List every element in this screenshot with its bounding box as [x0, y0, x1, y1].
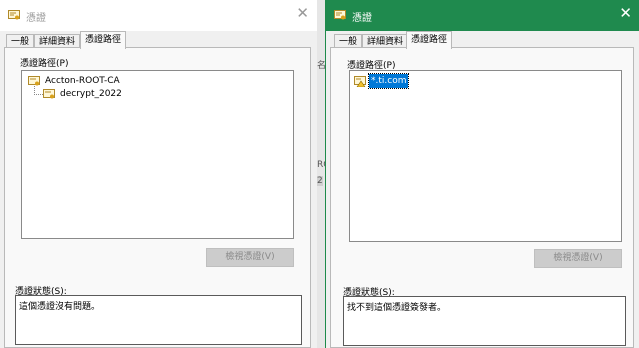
certificate-status-box[interactable]: 找不到這個憑證簽發者。: [343, 296, 626, 346]
certificate-icon: [43, 89, 55, 99]
tree-connector: [34, 86, 43, 95]
tab-panel: 憑證路徑(P) *.ti.com 檢視憑證(V) 憑證狀態(S): 找不到這個憑…: [330, 47, 634, 348]
tree-item-label: *.ti.com: [367, 73, 410, 89]
tree-item-label: Accton-ROOT-CA: [45, 76, 120, 86]
certificate-icon: [334, 10, 346, 20]
tab-strip: 一般 詳細資料 憑證路徑: [326, 31, 639, 49]
view-certificate-button[interactable]: 檢視憑證(V): [206, 248, 294, 267]
title-bar: 憑證 ✕: [326, 0, 639, 31]
window-title: 憑證: [26, 13, 46, 24]
close-icon[interactable]: ✕: [619, 6, 632, 21]
certificate-dialog-left: 憑證 ✕ 一般 詳細資料 憑證路徑 憑證路徑(P) Accton-ROOT-CA: [0, 0, 318, 348]
view-certificate-button[interactable]: 檢視憑證(V): [534, 249, 622, 268]
tab-panel: 憑證路徑(P) Accton-ROOT-CA decrypt_2022 檢視憑證…: [4, 47, 311, 348]
background-window-strip: 名 RO 2: [317, 0, 330, 348]
certification-path-label: 憑證路徑(P): [20, 59, 69, 69]
certification-path-tree[interactable]: *.ti.com: [349, 70, 622, 242]
background-text-fragment: 2: [317, 176, 323, 186]
certificate-dialog-right: 憑證 ✕ 一般 詳細資料 憑證路徑 憑證路徑(P) *.ti.com 檢視憑證(…: [325, 0, 639, 348]
close-icon[interactable]: ✕: [296, 6, 309, 21]
tab-strip: 一般 詳細資料 憑證路徑: [0, 31, 317, 49]
window-title: 憑證: [352, 13, 372, 24]
tree-item-label: decrypt_2022: [60, 89, 122, 99]
tab-certification-path[interactable]: 憑證路徑: [406, 31, 453, 49]
certificate-status-box[interactable]: 這個憑證沒有問題。: [15, 295, 302, 345]
certificate-icon: [8, 10, 20, 20]
certificate-warning-icon: [354, 76, 366, 87]
title-bar: 憑證 ✕: [0, 0, 317, 31]
certification-path-tree[interactable]: Accton-ROOT-CA decrypt_2022: [21, 70, 294, 239]
tab-certification-path[interactable]: 憑證路徑: [80, 31, 127, 49]
